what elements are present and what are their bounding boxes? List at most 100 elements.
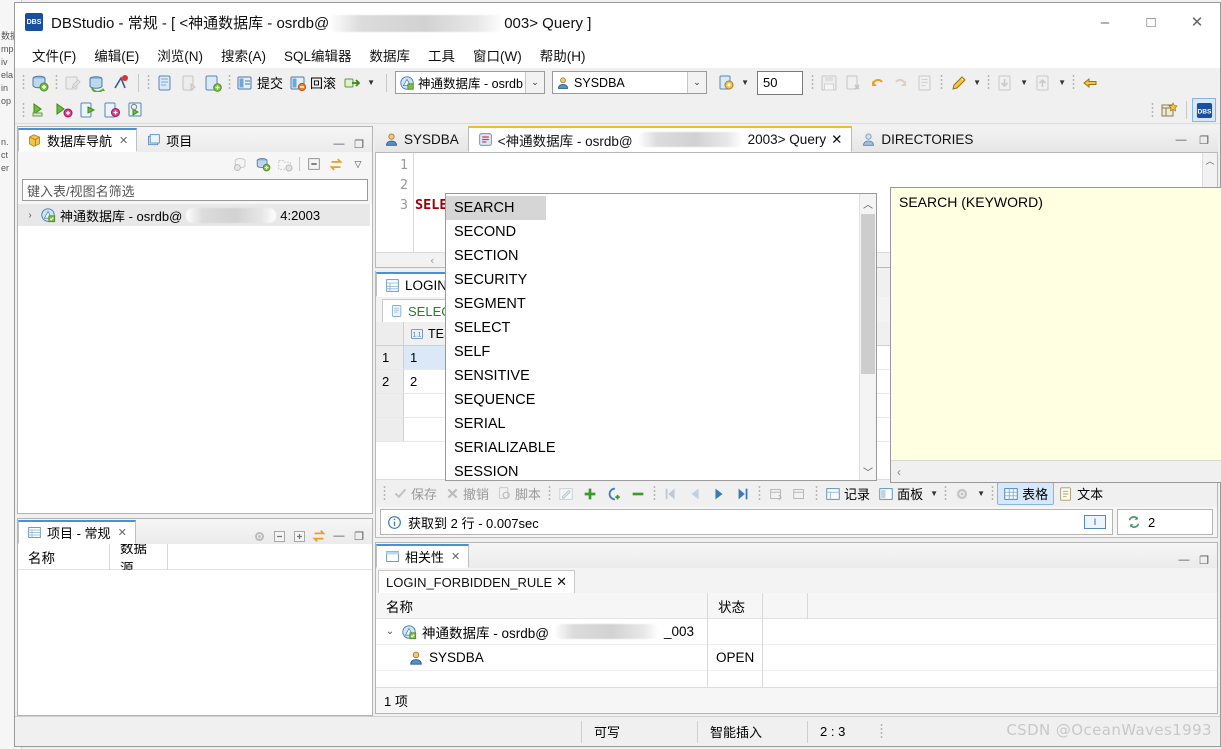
menu-tools[interactable]: 工具 xyxy=(419,42,464,68)
maximize-view-icon[interactable]: ❐ xyxy=(351,528,367,544)
autocomplete-list[interactable]: SEARCH SECOND SECTION SECURITY SEGMENT S… xyxy=(446,194,859,480)
close-icon[interactable]: ✕ xyxy=(556,574,567,590)
editor-tab-sysdba[interactable]: SYSDBA xyxy=(375,126,468,152)
auto-commit-icon[interactable] xyxy=(340,71,364,95)
record-view-button[interactable]: 记录 xyxy=(821,484,874,503)
duplicate-row-icon[interactable] xyxy=(602,486,626,502)
prev-page-icon[interactable] xyxy=(683,486,707,502)
link-with-editor-icon[interactable] xyxy=(328,156,344,172)
new-sql-file-icon[interactable] xyxy=(201,71,225,95)
column-name[interactable]: 名称 xyxy=(18,543,110,570)
autocomplete-item[interactable]: SENSITIVE xyxy=(446,364,859,388)
chevron-down-icon[interactable]: ⌄ xyxy=(525,72,545,93)
autocomplete-scrollbar[interactable]: ︿ ﹀ xyxy=(859,194,876,480)
toolbar-grip[interactable] xyxy=(811,74,815,91)
autocomplete-item[interactable]: SEQUENCE xyxy=(446,388,859,412)
toolbar-grip[interactable] xyxy=(22,101,25,119)
collapse-all-icon[interactable] xyxy=(306,156,322,172)
autocomplete-item[interactable]: SECOND xyxy=(446,220,859,244)
column-state[interactable]: 状态 xyxy=(708,593,763,619)
toolbar-grip[interactable] xyxy=(1151,101,1154,119)
text-view-toggle[interactable]: 文本 xyxy=(1054,484,1107,503)
edit-cell-icon[interactable] xyxy=(554,486,578,502)
toolbar-grip[interactable] xyxy=(548,485,552,502)
maximize-button[interactable]: □ xyxy=(1128,3,1174,41)
view-menu-icon[interactable]: ▽ xyxy=(350,156,366,172)
format-sql-icon[interactable] xyxy=(913,71,937,95)
menu-sql-editor[interactable]: SQL编辑器 xyxy=(275,42,361,68)
execute-script-run-icon[interactable] xyxy=(76,98,100,122)
import-dropdown-arrow[interactable]: ▼ xyxy=(1017,72,1031,94)
schema-combo[interactable]: SYSDBA ⌄ xyxy=(552,71,708,94)
table-row[interactable]: SYSDBA OPEN xyxy=(376,644,1217,671)
generate-script-button[interactable]: 脚本 xyxy=(493,484,545,503)
autocomplete-item[interactable]: SELF xyxy=(446,340,859,364)
back-navigation-icon[interactable] xyxy=(1078,71,1102,95)
minimize-view-icon[interactable]: — xyxy=(1176,552,1192,568)
status-grip[interactable] xyxy=(880,723,883,740)
filter-input[interactable]: 键入表/视图名筛选 xyxy=(22,179,368,201)
tab-project[interactable]: 项目 xyxy=(137,128,201,152)
perspective-dbstudio-icon[interactable]: DBS xyxy=(1192,98,1216,122)
autocomplete-popup[interactable]: SEARCH SECOND SECTION SECURITY SEGMENT S… xyxy=(445,193,877,481)
tab-database-navigator[interactable]: 数据库导航 ✕ xyxy=(18,128,138,152)
redo-icon[interactable] xyxy=(889,71,913,95)
panel-dropdown-arrow[interactable]: ▼ xyxy=(927,483,941,505)
execute-script-icon[interactable] xyxy=(946,71,970,95)
column-extra[interactable] xyxy=(763,593,808,619)
tab-project-general[interactable]: 项目 - 常规 ✕ xyxy=(18,520,136,544)
autocomplete-item[interactable]: SELECT xyxy=(446,316,859,340)
column-datasource[interactable]: 数据源 xyxy=(110,541,168,576)
schema-settings-dropdown-arrow[interactable]: ▼ xyxy=(738,72,752,94)
toolbar-grip[interactable] xyxy=(987,74,991,91)
autocomplete-item[interactable]: SESSION xyxy=(446,460,859,480)
open-perspective-icon[interactable] xyxy=(1157,98,1181,122)
menu-window[interactable]: 窗口(W) xyxy=(464,42,531,68)
first-page-icon[interactable] xyxy=(659,486,683,502)
toolbar-grip[interactable] xyxy=(940,74,944,91)
explain-plan-icon[interactable] xyxy=(124,98,148,122)
refresh-indicator[interactable]: 2 xyxy=(1117,509,1213,535)
new-sql-editor-icon[interactable] xyxy=(153,71,177,95)
minimize-view-icon[interactable]: — xyxy=(331,136,347,152)
connection-combo[interactable]: 神通数据库 - osrdb@ ⌄ xyxy=(395,71,546,94)
menu-help[interactable]: 帮助(H) xyxy=(531,42,595,68)
autocomplete-item[interactable]: SEARCH xyxy=(446,196,546,220)
panel-view-button[interactable]: 面板 xyxy=(874,484,927,503)
scroll-down-icon[interactable]: ﹀ xyxy=(860,462,876,480)
last-page-icon[interactable] xyxy=(731,486,755,502)
refresh-connection-icon[interactable] xyxy=(85,71,109,95)
close-icon[interactable]: ✕ xyxy=(831,132,842,148)
autocomplete-item[interactable]: SERIAL xyxy=(446,412,859,436)
gear-icon[interactable] xyxy=(950,486,974,502)
toolbar-grip[interactable] xyxy=(653,485,657,502)
save-as-icon[interactable] xyxy=(841,71,865,95)
fetch-all-icon[interactable] xyxy=(764,486,788,502)
chevron-down-icon[interactable]: ⌄ xyxy=(687,72,707,93)
schema-settings-icon[interactable] xyxy=(714,71,738,95)
tab-relations[interactable]: 相关性 ✕ xyxy=(376,544,470,568)
maximize-view-icon[interactable]: ❐ xyxy=(351,136,367,152)
delete-row-icon[interactable] xyxy=(626,486,650,502)
menu-navigate[interactable]: 浏览(N) xyxy=(148,42,212,68)
relations-object-tab[interactable]: LOGIN_FORBIDDEN_RULE ✕ xyxy=(378,570,576,593)
fetch-size-input[interactable]: 50 xyxy=(757,70,804,95)
toolbar-grip[interactable] xyxy=(758,485,762,502)
import-icon[interactable] xyxy=(993,71,1017,95)
new-folder-icon[interactable] xyxy=(277,156,293,172)
toolbar-grip[interactable] xyxy=(383,485,386,502)
expand-all-icon[interactable] xyxy=(291,528,307,544)
toolbar-grip[interactable] xyxy=(147,74,150,91)
toolbar-grip[interactable] xyxy=(815,485,819,502)
table-row[interactable]: ⌄ 神通数据库 - osrdb@ _003 xyxy=(376,618,1217,645)
maximize-view-icon[interactable]: ❐ xyxy=(1196,552,1212,568)
cancel-changes-button[interactable]: 撤销 xyxy=(441,484,493,503)
export-icon[interactable] xyxy=(1031,71,1055,95)
toolbar-grip[interactable] xyxy=(228,74,231,91)
back-arrow-icon[interactable]: ‹ xyxy=(897,465,901,479)
autocomplete-item[interactable]: SECURITY xyxy=(446,268,859,292)
autocomplete-item[interactable]: SECTION xyxy=(446,244,859,268)
open-sql-script-icon[interactable] xyxy=(177,71,201,95)
minimize-view-icon[interactable]: — xyxy=(331,528,347,544)
settings-dropdown-arrow[interactable]: ▼ xyxy=(974,483,988,505)
